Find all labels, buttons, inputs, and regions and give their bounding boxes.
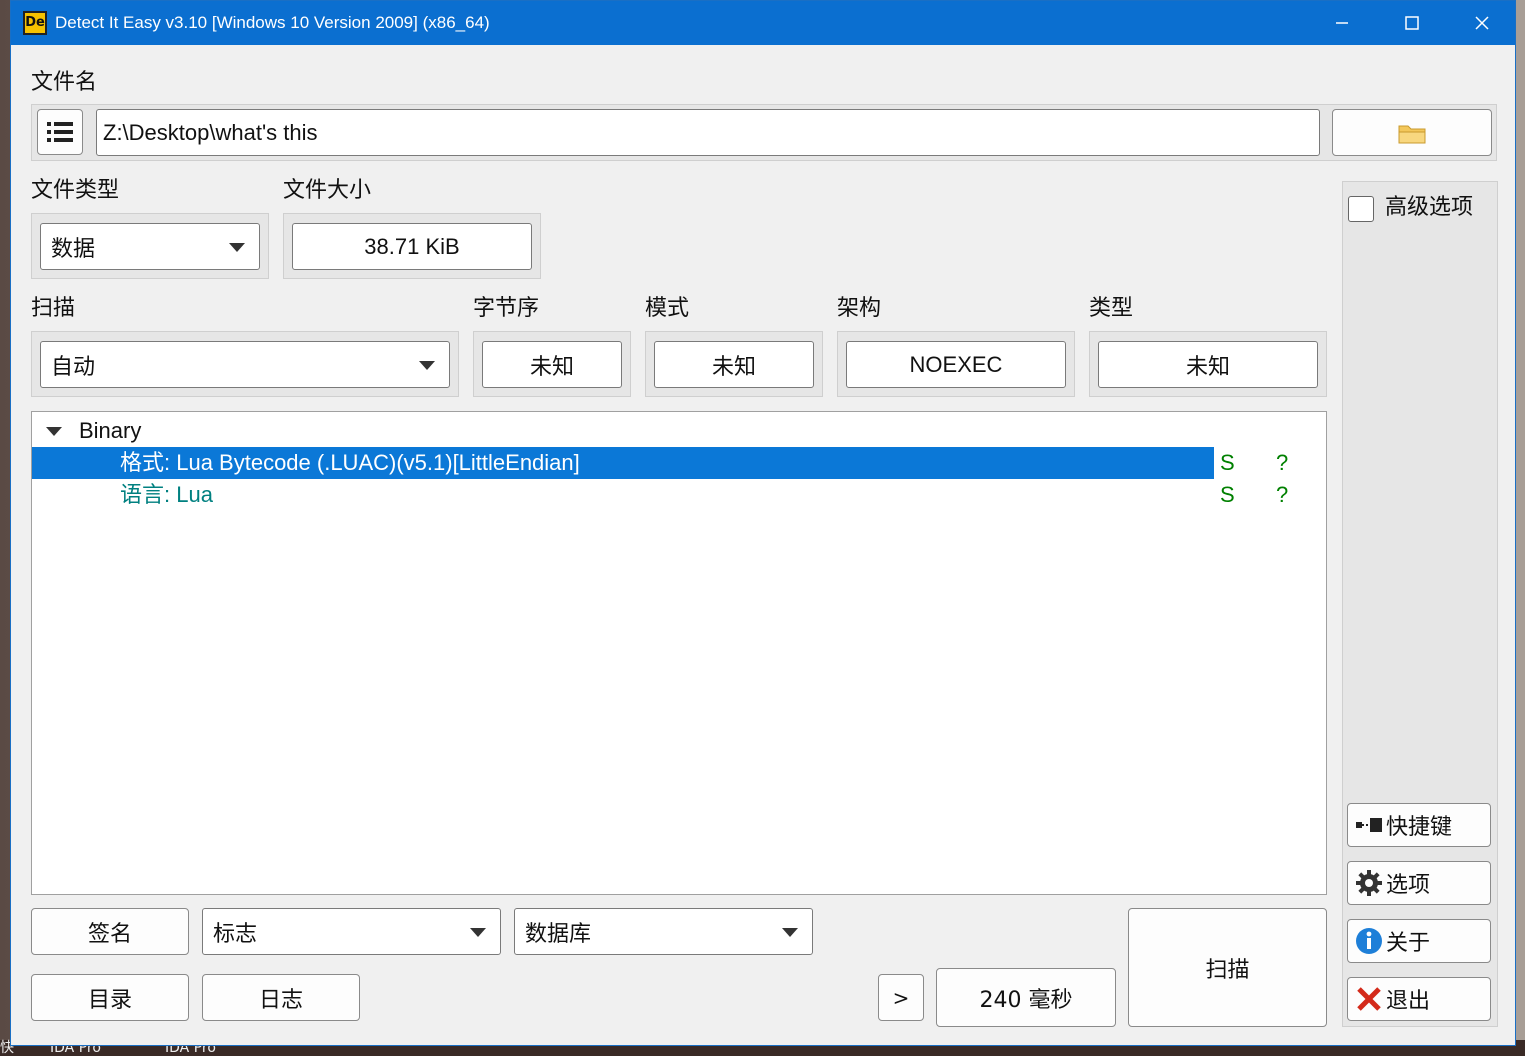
exit-x-icon: [1352, 985, 1386, 1013]
tree-row-flag-s: S: [1220, 450, 1235, 475]
arch-label: 架构: [837, 296, 882, 321]
close-icon: [1475, 16, 1489, 30]
list-icon: [47, 122, 73, 142]
tree-row-text: 格式: Lua Bytecode (.LUAC)(v5.1)[LittleEnd…: [120, 450, 580, 475]
file-type-group: 数据: [31, 213, 269, 279]
results-tree[interactable]: Binary 格式: Lua Bytecode (.LUAC)(v5.1)[Li…: [31, 411, 1327, 895]
exit-button[interactable]: 退出: [1347, 977, 1491, 1021]
mode-field[interactable]: 未知: [654, 341, 814, 388]
options-label: 选项: [1386, 873, 1431, 898]
scan-mode-group: 自动: [31, 331, 459, 397]
chevron-down-icon: [229, 242, 245, 252]
tree-row-flag-q: ?: [1276, 482, 1289, 507]
file-path-input[interactable]: Z:\Desktop\what's this: [96, 109, 1320, 156]
file-name-label: 文件名: [31, 70, 98, 95]
scan-mode-select[interactable]: 自动: [40, 341, 450, 388]
type-group: 未知: [1089, 331, 1327, 397]
file-size-group: 38.71 KiB: [283, 213, 541, 279]
file-menu-button[interactable]: [37, 109, 83, 155]
tree-root-row[interactable]: Binary: [32, 415, 1326, 447]
database-select[interactable]: 数据库: [514, 908, 813, 955]
title-bar[interactable]: De Detect It Easy v3.10 [Windows 10 Vers…: [11, 1, 1515, 45]
maximize-icon: [1405, 16, 1419, 30]
file-type-select[interactable]: 数据: [40, 223, 260, 270]
endianness-group: 未知: [473, 331, 631, 397]
tree-row-format[interactable]: 格式: Lua Bytecode (.LUAC)(v5.1)[LittleEnd…: [32, 447, 1326, 479]
tree-row-flag-s: S: [1220, 482, 1235, 507]
elapsed-time-button[interactable]: 240 毫秒: [936, 968, 1116, 1027]
chevron-down-icon: [419, 360, 435, 370]
directory-button[interactable]: 目录: [31, 974, 189, 1021]
about-label: 关于: [1386, 931, 1431, 956]
tree-root-label: Binary: [79, 418, 142, 443]
info-icon: [1352, 927, 1386, 955]
advanced-label: 高级选项: [1385, 195, 1474, 220]
scan-mode-value: 自动: [51, 353, 96, 379]
window-title: Detect It Easy v3.10 [Windows 10 Version…: [55, 13, 490, 32]
flags-value: 标志: [213, 920, 258, 946]
tree-row-flag-q: ?: [1276, 450, 1289, 475]
file-type-value: 数据: [51, 235, 96, 261]
file-path-group: Z:\Desktop\what's this: [31, 104, 1497, 161]
file-size-field[interactable]: 38.71 KiB: [292, 223, 532, 270]
gear-icon: [1352, 869, 1386, 897]
main-window: De Detect It Easy v3.10 [Windows 10 Vers…: [10, 0, 1516, 1046]
right-panel: 高级选项 快捷键 选项 关于 退出: [1342, 181, 1498, 1027]
options-button[interactable]: 选项: [1347, 861, 1491, 905]
shortcuts-label: 快捷键: [1386, 815, 1453, 840]
more-button[interactable]: >: [878, 974, 924, 1021]
file-size-label: 文件大小: [283, 178, 372, 203]
mode-label: 模式: [645, 296, 690, 321]
app-logo-icon: De: [23, 11, 47, 35]
signatures-button[interactable]: 签名: [31, 908, 189, 955]
minimize-button[interactable]: [1307, 1, 1377, 45]
shortcuts-button[interactable]: 快捷键: [1347, 803, 1491, 847]
shortcut-icon: [1352, 815, 1386, 835]
scan-mode-label: 扫描: [31, 296, 76, 321]
database-value: 数据库: [525, 920, 592, 946]
chevron-down-icon: [782, 927, 798, 937]
advanced-checkbox[interactable]: [1348, 196, 1374, 222]
open-file-button[interactable]: [1332, 109, 1492, 156]
endianness-label: 字节序: [473, 296, 540, 321]
about-button[interactable]: 关于: [1347, 919, 1491, 963]
expand-caret-icon[interactable]: [46, 427, 62, 436]
chevron-down-icon: [470, 927, 486, 937]
arch-field[interactable]: NOEXEC: [846, 341, 1066, 388]
close-button[interactable]: [1447, 1, 1517, 45]
folder-icon: [1398, 125, 1426, 143]
minimize-icon: [1336, 22, 1348, 24]
scan-button[interactable]: 扫描: [1128, 908, 1327, 1027]
log-button[interactable]: 日志: [202, 974, 360, 1021]
mode-group: 未知: [645, 331, 823, 397]
type-field[interactable]: 未知: [1098, 341, 1318, 388]
flags-select[interactable]: 标志: [202, 908, 501, 955]
endianness-field[interactable]: 未知: [482, 341, 622, 388]
tree-row-language[interactable]: 语言: Lua S ?: [32, 479, 1326, 511]
exit-label: 退出: [1386, 989, 1431, 1014]
maximize-button[interactable]: [1377, 1, 1447, 45]
file-type-label: 文件类型: [31, 178, 120, 203]
type-label: 类型: [1089, 296, 1134, 321]
tree-row-text: 语言: Lua: [120, 482, 213, 507]
arch-group: NOEXEC: [837, 331, 1075, 397]
